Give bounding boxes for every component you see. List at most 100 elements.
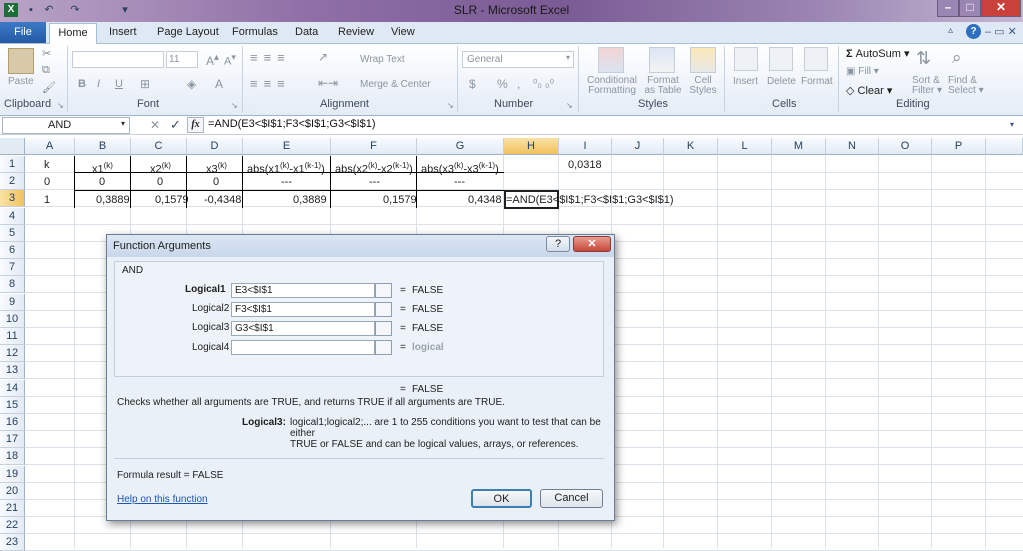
vertical-align-icons[interactable]: ≡≡≡	[250, 50, 291, 65]
copy-icon[interactable]: ⧉	[42, 64, 50, 77]
row-header-17[interactable]: 17	[0, 431, 25, 449]
format-painter-icon[interactable]: 🖌	[42, 81, 56, 94]
borders-icon[interactable]: ⊞	[140, 77, 150, 91]
cut-icon[interactable]: ✂	[42, 47, 51, 60]
collapse-dialog-icon[interactable]	[375, 340, 392, 355]
column-header-I[interactable]: I	[559, 138, 612, 155]
format-as-table-button[interactable]: Format as Table	[640, 76, 686, 96]
cell-E2[interactable]: ---	[281, 174, 292, 191]
cell-F2[interactable]: ---	[369, 174, 380, 191]
insert-function-icon[interactable]: fx	[187, 117, 204, 133]
row-header-1[interactable]: 1	[0, 156, 25, 173]
cell-E1[interactable]: abs(x1(k)-x1(k-1))	[247, 157, 325, 176]
cell-B1[interactable]: x1(k)	[92, 157, 113, 176]
cell-B3[interactable]: 0,3889	[96, 192, 130, 209]
font-launcher-icon[interactable]: ↘	[231, 101, 238, 110]
expand-formula-icon[interactable]: ▾	[1010, 120, 1014, 129]
grow-font-icon[interactable]: A▴	[206, 52, 219, 68]
cell-C3[interactable]: 0,1579	[155, 192, 189, 209]
column-header-F[interactable]: F	[331, 138, 417, 155]
cell-A3[interactable]: 1	[44, 192, 50, 209]
tab-home[interactable]: Home	[49, 23, 97, 44]
ok-button[interactable]: OK	[471, 489, 532, 508]
find-select-icon[interactable]: ⌕	[952, 48, 962, 68]
cell-D2[interactable]: 0	[213, 174, 219, 191]
insert-cells-button[interactable]: Insert	[733, 76, 758, 87]
tab-page-layout[interactable]: Page Layout	[157, 26, 219, 38]
cell-G1[interactable]: abs(x3(k)-x3(k-1))	[421, 157, 499, 176]
fill-button[interactable]: ▣ Fill ▾	[846, 66, 879, 77]
column-header-O[interactable]: O	[879, 138, 932, 155]
enter-entry-icon[interactable]: ✓	[170, 117, 181, 133]
row-header-2[interactable]: 2	[0, 173, 25, 191]
cell-H3-editing[interactable]: =AND(E3<$I$1;F3<$I$1;G3<$I$1)	[506, 192, 674, 209]
orientation-icon[interactable]: ↗	[318, 50, 328, 64]
indent-icons[interactable]: ⇤⇥	[318, 76, 338, 90]
cell-F3[interactable]: 0,1579	[383, 192, 417, 209]
row-header-6[interactable]: 6	[0, 242, 25, 259]
column-header-P[interactable]: P	[932, 138, 986, 155]
find-select-button[interactable]: Find & Select ▾	[948, 76, 984, 96]
column-header-A[interactable]: A	[25, 138, 75, 155]
collapse-dialog-icon[interactable]	[375, 302, 392, 317]
decimal-icons[interactable]: ⁰₀ ₀⁰	[533, 77, 554, 90]
shrink-font-icon[interactable]: A▾	[224, 52, 236, 68]
cell-B2[interactable]: 0	[99, 174, 105, 191]
cell-A1[interactable]: k	[44, 157, 50, 174]
column-header-L[interactable]: L	[718, 138, 772, 155]
cell-G2[interactable]: ---	[454, 174, 465, 191]
row-header-3[interactable]: 3	[0, 190, 25, 208]
cell-E3[interactable]: 0,3889	[293, 192, 327, 209]
ribbon-minimize-icon[interactable]: ▵	[948, 25, 962, 39]
clipboard-launcher-icon[interactable]: ↘	[57, 101, 64, 110]
paste-icon[interactable]	[8, 48, 34, 74]
cell-G3[interactable]: 0,4348	[468, 192, 502, 209]
row-header-10[interactable]: 10	[0, 310, 25, 328]
cell-styles-button[interactable]: Cell Styles	[686, 76, 720, 96]
row-header-19[interactable]: 19	[0, 465, 25, 483]
column-header-B[interactable]: B	[75, 138, 131, 155]
wrap-text-button[interactable]: Wrap Text	[360, 54, 405, 65]
delete-cells-icon[interactable]	[769, 47, 793, 71]
column-header-K[interactable]: K	[664, 138, 718, 155]
row-header-4[interactable]: 4	[0, 207, 25, 225]
currency-icon[interactable]: $	[469, 77, 476, 91]
column-header-E[interactable]: E	[243, 138, 331, 155]
collapse-dialog-icon[interactable]	[375, 321, 392, 336]
dialog-help-button[interactable]: ?	[546, 236, 570, 252]
cell-F1[interactable]: abs(x2(k)-x2(k-1))	[335, 157, 413, 176]
close-window-button[interactable]: ✕	[981, 0, 1021, 17]
column-header-G[interactable]: G	[417, 138, 504, 155]
select-all-corner[interactable]	[0, 138, 25, 155]
comma-button[interactable]: ,	[517, 77, 520, 91]
cell-D1[interactable]: x3(k)	[206, 157, 227, 176]
row-header-5[interactable]: 5	[0, 224, 25, 242]
help-icon[interactable]: ?	[966, 24, 981, 39]
name-box[interactable]: AND	[2, 117, 130, 134]
tab-view[interactable]: View	[391, 26, 415, 38]
sort-filter-icon[interactable]: ⇅	[916, 48, 931, 69]
font-color-icon[interactable]: A	[215, 77, 223, 91]
cell-C1[interactable]: x2(k)	[150, 157, 171, 176]
cell-C2[interactable]: 0	[157, 174, 163, 191]
cell-D3[interactable]: -0,4348	[204, 192, 241, 209]
row-header-20[interactable]: 20	[0, 482, 25, 500]
arg-input-logical1[interactable]: E3<$I$1	[231, 283, 375, 298]
row-header-13[interactable]: 13	[0, 362, 25, 380]
conditional-formatting-button[interactable]: Conditional Formatting	[584, 76, 640, 96]
format-cells-icon[interactable]	[804, 47, 828, 71]
italic-icon[interactable]: I	[97, 78, 100, 90]
maximize-button[interactable]: □	[959, 0, 981, 17]
conditional-formatting-icon[interactable]	[598, 47, 624, 73]
dialog-close-button[interactable]: ✕	[573, 236, 611, 252]
column-header-D[interactable]: D	[187, 138, 243, 155]
delete-cells-button[interactable]: Delete	[767, 76, 796, 87]
bold-icon[interactable]: B	[78, 78, 86, 90]
row-header-12[interactable]: 12	[0, 345, 25, 363]
arg-input-logical2[interactable]: F3<$I$1	[231, 302, 375, 317]
font-name-combo[interactable]	[72, 51, 164, 68]
fill-color-icon[interactable]: ◈	[187, 77, 196, 91]
tab-review[interactable]: Review	[338, 26, 374, 38]
underline-icon[interactable]: U	[115, 78, 123, 90]
tab-insert[interactable]: Insert	[109, 26, 137, 38]
